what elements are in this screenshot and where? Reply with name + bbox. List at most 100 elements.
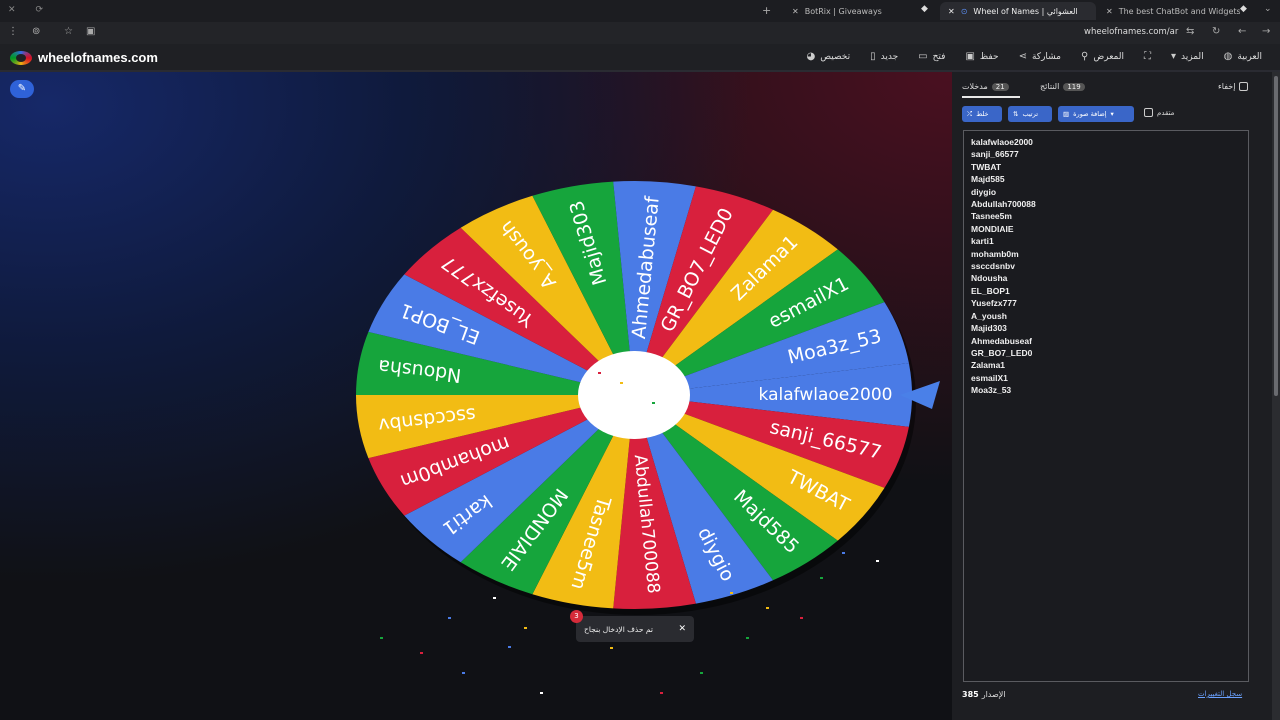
entries-sidebar: مدخلات 21 النتائج 119 إخفاء ⤮ خلط ⇅ ترتيب … — [952, 72, 1272, 720]
palette-icon: ◕ — [806, 51, 816, 62]
wheel-stage: kalafwlaoe2000 sanji_66577 TWBAT Majd585 diy… — [0, 72, 952, 720]
entry-name: Zalama1 — [971, 360, 1006, 371]
close-tab-icon[interactable]: ✕ — [948, 7, 955, 16]
url-field[interactable]: wheelofnames.com/ar — [1084, 27, 1178, 37]
entry-name: Tasnee5m — [971, 211, 1012, 222]
menu-language[interactable]: ◍ العربية — [1224, 51, 1262, 62]
menu-fullscreen[interactable]: ⛶ — [1144, 51, 1151, 62]
bookmark-star-icon[interactable]: ☆ — [64, 26, 73, 37]
confetti-piece — [610, 647, 613, 649]
browser-tab-wheel[interactable]: ✕ ⊙ Wheel of Names | العشوائي — [940, 2, 1096, 20]
wheel-favicon-icon: ⊙ — [960, 6, 968, 16]
entry-name: TWBAT — [971, 161, 1002, 172]
confetti-piece — [420, 652, 423, 654]
menu-share[interactable]: ⋖ مشاركة — [1019, 51, 1061, 62]
entry-name: esmailX1 — [971, 372, 1008, 383]
confetti-piece — [766, 607, 769, 609]
entries-textarea[interactable]: kalafwlaoe2000 sanji_66577 TWBAT Majd585 diy… — [963, 130, 1249, 682]
advanced-toggle[interactable]: متقدم — [1144, 108, 1174, 117]
hide-checkbox[interactable] — [1239, 82, 1249, 91]
site-logo[interactable]: wheelofnames.com — [10, 50, 158, 65]
back-icon[interactable]: ← — [1238, 26, 1246, 37]
forward-icon[interactable]: → — [1262, 26, 1270, 37]
changelog-link[interactable]: سجل التغييرات — [1198, 690, 1242, 698]
confetti-piece — [493, 597, 496, 599]
close-tab-icon[interactable]: ✕ — [792, 7, 799, 16]
site-header: wheelofnames.com ◕ تخصيص ▯ جديد ▭ فتح ▣ حفظ … — [0, 44, 1280, 72]
sort-icon: ⇅ — [1013, 110, 1019, 118]
wheel[interactable]: kalafwlaoe2000sanji_66577TWBATMajd585diy… — [356, 181, 916, 615]
add-image-button[interactable]: ▨ إضافة صورة ▾ — [1058, 106, 1134, 122]
save-icon: ▣ — [965, 51, 975, 62]
wheel-canvas[interactable]: kalafwlaoe2000sanji_66577TWBATMajd585diy… — [0, 72, 952, 720]
entry-name: EL_BOP1 — [971, 285, 1010, 296]
tab-results[interactable]: النتائج 119 — [1040, 82, 1085, 91]
menu-save[interactable]: ▣ حفظ — [965, 51, 998, 62]
scrollbar-thumb[interactable] — [1274, 76, 1278, 396]
confetti-piece — [876, 560, 879, 562]
toast-text: تم حذف الإدخال بنجاح — [584, 624, 653, 634]
top-menu: ◕ تخصيص ▯ جديد ▭ فتح ▣ حفظ ⋖ مشاركة ⚲ المعرض ⛶… — [807, 51, 1263, 62]
address-bar: ⋮ ⊚ ▣ ☆ wheelofnames.com/ar ⇆ ↻ ← → — [0, 22, 1280, 44]
menu-more[interactable]: ▾ المزيد — [1171, 51, 1204, 62]
confetti-piece — [700, 672, 703, 674]
tab-favicon-icon: ◆ — [921, 4, 928, 14]
toast-close-icon[interactable]: ✕ — [678, 624, 686, 634]
version-number: 385 — [962, 690, 979, 699]
folder-icon: ▭ — [918, 51, 928, 62]
tab-menu-icon[interactable]: ⌄ — [1264, 4, 1272, 14]
sort-button[interactable]: ⇅ ترتيب — [1008, 106, 1052, 122]
confetti-piece — [660, 692, 663, 694]
entry-name: Majd585 — [971, 174, 1005, 185]
entry-name: kalafwlaoe2000 — [971, 137, 1033, 147]
menu-customize[interactable]: ◕ تخصيص — [807, 51, 851, 62]
hide-toggle[interactable]: إخفاء — [1218, 82, 1249, 91]
restore-window-icon[interactable]: ⟳ — [36, 5, 44, 15]
entry-name: Ahmedabuseaf — [971, 335, 1032, 346]
entry-name: Majid303 — [971, 323, 1007, 334]
browser-tab-botrix-widgets[interactable]: ✕ The best ChatBot and Widgets — [1098, 2, 1240, 20]
tab-favicon-icon: ◆ — [1240, 4, 1247, 14]
menu-gallery[interactable]: ⚲ المعرض — [1081, 51, 1124, 62]
menu-new[interactable]: ▯ جديد — [870, 51, 898, 62]
logo-icon — [10, 50, 32, 65]
browser-tab-botrix[interactable]: ✕ BotRix | Giveaways — [784, 2, 924, 20]
caret-down-icon: ▾ — [1170, 51, 1177, 62]
confetti-piece — [842, 552, 845, 554]
new-tab-icon[interactable]: + — [762, 4, 771, 17]
confetti-piece — [746, 637, 749, 639]
entry-name: sanji_66577 — [971, 149, 1019, 160]
tab-title: BotRix | Giveaways — [804, 6, 882, 16]
wheel-segment-label: kalafwlaoe2000 — [759, 385, 893, 405]
confetti-piece — [524, 627, 527, 629]
close-window-icon[interactable]: ✕ — [8, 5, 16, 15]
site-settings-icon[interactable]: ⇆ — [1186, 26, 1194, 37]
edit-pencil-button[interactable]: ✎ — [10, 80, 34, 98]
close-tab-icon[interactable]: ✕ — [1106, 7, 1113, 16]
shuffle-button[interactable]: ⤮ خلط — [962, 106, 1002, 122]
version-info: 385 الإصدار — [962, 690, 1006, 699]
confetti-piece — [730, 592, 733, 594]
entry-name: Abdullah700088 — [971, 199, 1036, 210]
tab-entries[interactable]: مدخلات 21 — [962, 82, 1009, 91]
entry-name: diygio — [971, 186, 997, 197]
extension-icon[interactable]: ▣ — [86, 26, 95, 37]
globe-icon: ◍ — [1223, 51, 1233, 62]
advanced-checkbox[interactable] — [1144, 108, 1153, 117]
cast-icon[interactable]: ⊚ — [32, 26, 40, 37]
page-scrollbar[interactable] — [1272, 72, 1280, 720]
confetti-piece — [598, 372, 601, 374]
caret-down-icon: ▾ — [1110, 110, 1114, 118]
confetti-piece — [380, 637, 383, 639]
confetti-piece — [620, 382, 623, 384]
reload-icon[interactable]: ↻ — [1212, 26, 1220, 37]
entry-name: karti1 — [971, 236, 994, 247]
pencil-icon: ✎ — [17, 83, 27, 94]
entry-name: mohamb0m — [971, 248, 1019, 259]
wheel-center-hub[interactable] — [578, 351, 690, 439]
new-file-icon: ▯ — [870, 51, 876, 62]
menu-open[interactable]: ▭ فتح — [918, 51, 945, 62]
confetti-piece — [508, 646, 511, 648]
menu-dots-icon[interactable]: ⋮ — [8, 26, 18, 37]
confetti-piece — [800, 617, 803, 619]
